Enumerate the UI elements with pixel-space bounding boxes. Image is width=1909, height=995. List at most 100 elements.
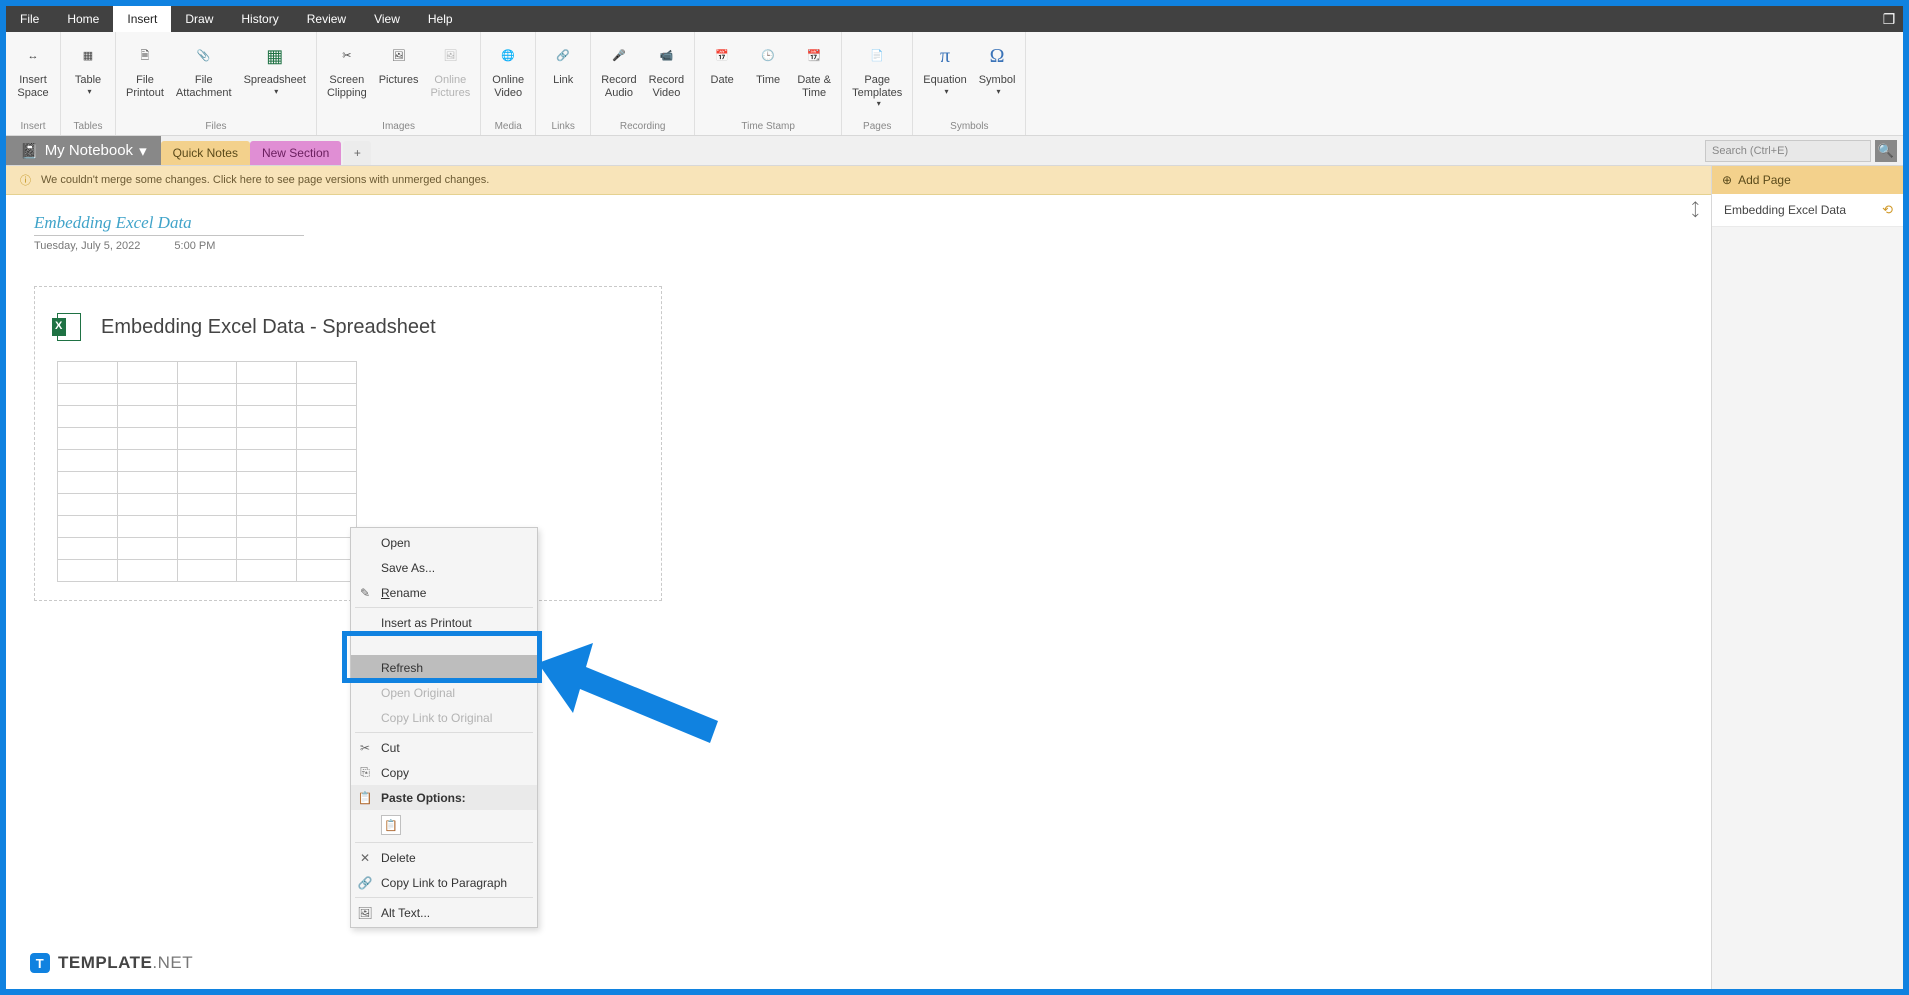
tab-history[interactable]: History	[227, 6, 292, 32]
ctx-open-original: Open Original	[351, 680, 537, 705]
page-templates-label: Page Templates	[852, 74, 902, 99]
spreadsheet-button[interactable]: ▦ Spreadsheet▾	[240, 38, 310, 98]
add-page-label: Add Page	[1738, 173, 1791, 187]
file-printout-button[interactable]: 🗎 File Printout	[122, 38, 168, 101]
symbol-icon: Ω	[981, 40, 1013, 72]
fullscreen-icon[interactable]: ⤡	[1684, 199, 1706, 221]
watermark-logo-icon: T	[30, 953, 50, 973]
group-insert-label: Insert	[12, 121, 54, 135]
search-button[interactable]: 🔍	[1875, 140, 1897, 162]
group-timestamp-label: Time Stamp	[701, 121, 835, 135]
ctx-save-as[interactable]: Save As...	[351, 555, 537, 580]
table-label: Table	[75, 74, 101, 87]
equation-button[interactable]: π Equation▾	[919, 38, 970, 98]
file-printout-label: File Printout	[126, 74, 164, 99]
ctx-copy-link-paragraph[interactable]: 🔗Copy Link to Paragraph	[351, 870, 537, 895]
ctx-insert-printout[interactable]: Insert as Printout	[351, 610, 537, 635]
search-input[interactable]: Search (Ctrl+E)	[1705, 140, 1871, 162]
tab-home[interactable]: Home	[53, 6, 113, 32]
link-button[interactable]: 🔗 Link	[542, 38, 584, 89]
embedded-object-frame[interactable]: Embedding Excel Data - Spreadsheet	[34, 286, 662, 601]
pictures-label: Pictures	[379, 74, 419, 87]
tab-review[interactable]: Review	[293, 6, 360, 32]
notebook-icon: 📓	[20, 142, 39, 160]
tab-view[interactable]: View	[360, 6, 414, 32]
record-audio-label: Record Audio	[601, 74, 636, 99]
ctx-delete[interactable]: ✕Delete	[351, 845, 537, 870]
paste-option-icon: 📋	[381, 815, 401, 835]
record-video-button[interactable]: 📹 Record Video	[645, 38, 688, 101]
merge-conflict-bar[interactable]: ⓘ We couldn't merge some changes. Click …	[6, 166, 1711, 195]
online-video-label: Online Video	[492, 74, 524, 99]
record-video-label: Record Video	[649, 74, 684, 99]
online-pictures-button[interactable]: 🖼 Online Pictures	[426, 38, 474, 101]
spreadsheet-preview	[57, 361, 357, 582]
record-audio-button[interactable]: 🎤 Record Audio	[597, 38, 640, 101]
equation-label: Equation	[923, 74, 966, 87]
equation-icon: π	[929, 40, 961, 72]
screen-clipping-button[interactable]: ✂ Screen Clipping	[323, 38, 371, 101]
time-button[interactable]: 🕒 Time	[747, 38, 789, 89]
ctx-rename[interactable]: ✎Rename	[351, 580, 537, 605]
watermark: T TEMPLATE.NET	[30, 953, 193, 973]
page-list-item[interactable]: Embedding Excel Data ⟲	[1712, 194, 1903, 227]
restore-window-icon[interactable]: ❐	[1875, 6, 1903, 32]
date-label: Date	[711, 74, 734, 87]
ctx-cut[interactable]: ✂Cut	[351, 735, 537, 760]
screen-clipping-label: Screen Clipping	[327, 74, 367, 99]
date-time-icon: 📆	[798, 40, 830, 72]
ctx-open[interactable]: Open	[351, 530, 537, 555]
date-time-button[interactable]: 📆 Date & Time	[793, 38, 835, 101]
file-attachment-button[interactable]: 📎 File Attachment	[172, 38, 236, 101]
tab-draw[interactable]: Draw	[171, 6, 227, 32]
notebook-name-label: My Notebook	[45, 142, 133, 159]
page-title[interactable]: Embedding Excel Data	[34, 213, 304, 236]
ctx-refresh[interactable]: Refresh	[351, 655, 537, 680]
spreadsheet-label: Spreadsheet	[244, 74, 306, 87]
pictures-button[interactable]: 🖼 Pictures	[375, 38, 423, 89]
date-button[interactable]: 📅 Date	[701, 38, 743, 89]
insert-space-button[interactable]: ↔ Insert Space	[12, 38, 54, 101]
ctx-alt-text[interactable]: 🖼Alt Text...	[351, 900, 537, 925]
page-canvas: ⓘ We couldn't merge some changes. Click …	[6, 166, 1711, 989]
online-video-button[interactable]: 🌐 Online Video	[487, 38, 529, 101]
notebook-selector[interactable]: 📓 My Notebook ▾	[6, 136, 161, 165]
watermark-suffix: .NET	[152, 953, 193, 972]
symbol-label: Symbol	[979, 74, 1016, 87]
symbol-button[interactable]: Ω Symbol▾	[975, 38, 1020, 98]
cut-icon: ✂	[357, 741, 373, 755]
merge-bar-text: We couldn't merge some changes. Click he…	[41, 174, 489, 186]
attachment-icon: 📎	[188, 40, 220, 72]
group-tables-label: Tables	[67, 121, 109, 135]
notebook-bar: 📓 My Notebook ▾ Quick Notes New Section …	[6, 136, 1903, 166]
delete-icon: ✕	[357, 851, 373, 865]
page-templates-button[interactable]: 📄 Page Templates▾	[848, 38, 906, 110]
group-media-label: Media	[487, 121, 529, 135]
date-time-label: Date & Time	[797, 74, 831, 99]
link-paragraph-icon: 🔗	[357, 876, 373, 890]
add-page-button[interactable]: ⊕ Add Page	[1712, 166, 1903, 194]
table-button[interactable]: ▦ Table▾	[67, 38, 109, 98]
online-pictures-label: Online Pictures	[430, 74, 470, 99]
annotation-arrow	[538, 643, 738, 768]
insert-space-icon: ↔	[17, 40, 49, 72]
ctx-paste-options-header: 📋Paste Options:	[351, 785, 537, 810]
section-tab-new-section[interactable]: New Section	[250, 141, 341, 165]
rename-icon: ✎	[357, 586, 373, 600]
ctx-copy[interactable]: ⎘Copy	[351, 760, 537, 785]
tab-insert[interactable]: Insert	[113, 6, 171, 32]
record-video-icon: 📹	[650, 40, 682, 72]
section-tab-quick-notes[interactable]: Quick Notes	[161, 141, 250, 165]
search-icon: 🔍	[1878, 143, 1894, 159]
tab-help[interactable]: Help	[414, 6, 467, 32]
add-section-button[interactable]: +	[343, 141, 371, 165]
search-placeholder: Search (Ctrl+E)	[1712, 145, 1788, 157]
menu-bar: File Home Insert Draw History Review Vie…	[6, 6, 1903, 32]
group-pages-label: Pages	[848, 121, 906, 135]
alt-text-icon: 🖼	[357, 906, 373, 920]
ctx-paste-option[interactable]: 📋	[351, 810, 537, 840]
ctx-copy-link-original: Copy Link to Original	[351, 705, 537, 730]
tab-file[interactable]: File	[6, 6, 53, 32]
group-images-label: Images	[323, 121, 474, 135]
info-icon: ⓘ	[20, 172, 31, 188]
